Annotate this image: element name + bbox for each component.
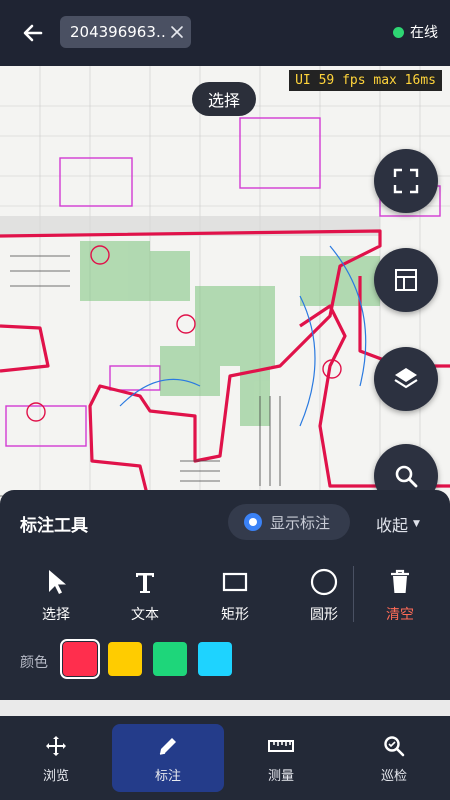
color-label: 颜色 (20, 655, 48, 671)
inspect-icon (384, 736, 405, 757)
move-icon (46, 736, 66, 756)
connection-status: 在线 (393, 22, 438, 42)
nav-browse[interactable]: 浏览 (0, 724, 112, 792)
show-annotations-toggle[interactable]: 显示标注 (228, 504, 350, 540)
nav-annotate[interactable]: 标注 (112, 724, 224, 792)
bottom-navigation: 浏览 标注 测量 巡检 (0, 716, 450, 800)
search-icon (395, 465, 418, 488)
eye-icon (244, 513, 262, 531)
arrow-left-icon (23, 24, 43, 42)
caret-down-icon: ▼ (413, 519, 420, 529)
annotation-panel: 标注工具 显示标注 收起 ▼ 选择 文本 矩形 圆形 清空 颜色 (0, 490, 450, 700)
fps-counter: UI 59 fps max 16ms (289, 70, 442, 91)
tool-label: 文本 (131, 607, 159, 623)
trash-icon (391, 569, 409, 593)
color-swatch-red[interactable] (60, 639, 100, 679)
tool-rectangle[interactable]: 矩形 (203, 568, 267, 624)
tool-text[interactable]: 文本 (113, 568, 177, 624)
pencil-icon (159, 738, 176, 755)
color-swatch-yellow[interactable] (108, 642, 142, 676)
nav-label: 标注 (154, 769, 181, 784)
tool-circle[interactable]: 圆形 (292, 568, 356, 624)
ruler-icon (268, 740, 294, 752)
tool-label: 选择 (42, 607, 70, 623)
text-icon (136, 573, 154, 593)
nav-inspect[interactable]: 巡检 (338, 724, 450, 792)
tool-divider (353, 566, 354, 622)
nav-label: 测量 (267, 769, 294, 784)
fullscreen-icon (393, 168, 419, 194)
tool-label: 清空 (386, 607, 414, 623)
tool-select[interactable]: 选择 (24, 568, 88, 624)
current-mode-label: 选择 (192, 82, 257, 116)
nav-label: 浏览 (42, 769, 69, 784)
tool-label: 圆形 (310, 607, 338, 623)
toggle-label: 显示标注 (270, 513, 331, 532)
fullscreen-button[interactable] (374, 149, 438, 213)
file-tab[interactable]: 204396963… (60, 16, 191, 48)
tool-clear[interactable]: 清空 (368, 568, 432, 624)
close-icon[interactable] (169, 24, 185, 40)
color-swatch-green[interactable] (153, 642, 187, 676)
status-dot-icon (393, 26, 404, 38)
layout-icon (395, 269, 417, 291)
panel-title: 标注工具 (20, 516, 88, 536)
rectangle-icon (222, 572, 248, 592)
tool-label: 矩形 (221, 607, 249, 623)
cursor-icon (49, 570, 66, 594)
layout-button[interactable] (374, 248, 438, 312)
top-bar: 204396963… 在线 (0, 0, 450, 66)
collapse-label: 收起 (376, 516, 409, 535)
nav-measure[interactable]: 测量 (225, 724, 337, 792)
collapse-button[interactable]: 收起 ▼ (376, 512, 420, 536)
color-swatch-cyan[interactable] (198, 642, 232, 676)
layers-icon (394, 368, 418, 389)
back-button[interactable] (16, 14, 50, 52)
layers-button[interactable] (374, 347, 438, 411)
file-name: 204396963… (70, 23, 166, 41)
circle-icon (310, 568, 338, 596)
status-text: 在线 (410, 25, 438, 41)
nav-label: 巡检 (380, 769, 407, 784)
